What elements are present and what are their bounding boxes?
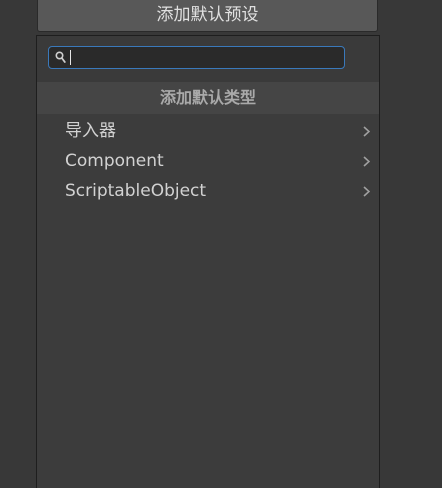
list-item-label: 导入器 xyxy=(65,121,116,141)
chevron-right-icon xyxy=(363,186,370,197)
list-item-scriptableobject[interactable]: ScriptableObject xyxy=(37,176,379,206)
chevron-right-icon xyxy=(363,126,370,137)
text-caret xyxy=(70,50,71,65)
preset-type-popup: 添加默认类型 导入器 Component ScriptableObject xyxy=(36,35,380,488)
chevron-right-icon xyxy=(363,156,370,167)
search-icon xyxy=(55,51,66,63)
popup-header: 添加默认类型 xyxy=(37,82,379,114)
search-input[interactable] xyxy=(69,48,341,67)
add-default-preset-button[interactable]: 添加默认预设 xyxy=(37,0,378,32)
editor-panel: 添加默认预设 添加默认类型 导入器 Component ScriptableOb… xyxy=(0,0,442,488)
list-item-importer[interactable]: 导入器 xyxy=(37,116,379,146)
list-item-label: Component xyxy=(65,151,164,171)
list-item-label: ScriptableObject xyxy=(65,181,207,201)
search-row xyxy=(37,36,379,82)
search-field[interactable] xyxy=(48,46,345,69)
list-item-component[interactable]: Component xyxy=(37,146,379,176)
type-list: 导入器 Component ScriptableObject xyxy=(37,116,379,206)
